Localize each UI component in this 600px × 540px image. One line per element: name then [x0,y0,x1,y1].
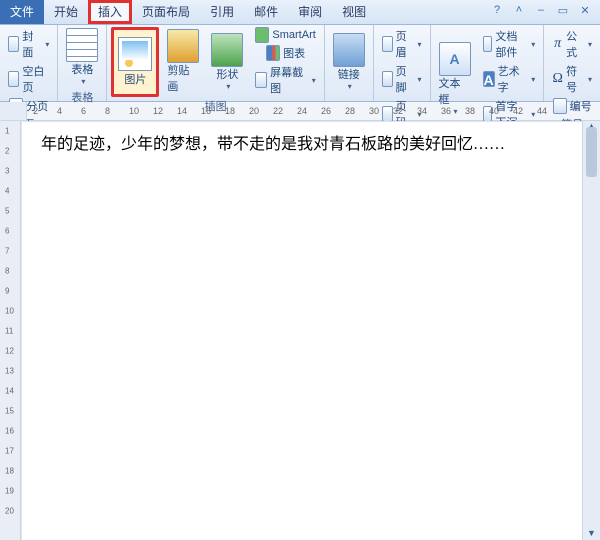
group-symbols: π公式▾ Ω符号▾ 编号 符号 [544,25,600,101]
smartart-button[interactable]: SmartArt [251,27,319,43]
ruler-tick: 8 [105,106,110,116]
help-icon[interactable]: ? [490,4,504,18]
ruler-tick: 16 [201,106,211,116]
window-controls: ? ˄ – ▭ ✕ [482,0,600,24]
group-header-footer: 页眉▾ 页脚▾ 页码▾ 页眉和页脚 [374,25,431,101]
tab-references[interactable]: 引用 [200,0,244,24]
ruler-tick: 30 [369,106,379,116]
ruler-tick: 14 [5,387,14,396]
group-illustrations: 图片 剪贴画 形状▾ SmartArt 图表 屏幕截图▾ 插图 [107,25,324,101]
document-page[interactable]: 年的足迹，少年的梦想，带不走的是我对青石板路的美好回忆…… [21,121,582,540]
ruler-tick: 1 [5,127,9,136]
ruler-tick: 6 [5,227,9,236]
table-button[interactable]: 表格▾ [62,27,102,88]
ruler-tick: 28 [345,106,355,116]
links-button[interactable]: 链接▾ [329,27,369,97]
ruler-tick: 9 [5,287,9,296]
tab-file[interactable]: 文件 [0,0,44,24]
ruler-tick: 7 [5,247,9,256]
ruler-tick: 12 [153,106,163,116]
ruler-tick: 40 [489,106,499,116]
tab-mailings[interactable]: 邮件 [244,0,288,24]
quick-parts-button[interactable]: 文档部件▾ [479,27,540,61]
vertical-ruler[interactable]: 1234567891011121314151617181920 [0,121,21,540]
ruler-tick: 20 [249,106,259,116]
group-text: A 文本框▾ 文档部件▾ A艺术字▾ 首字下沉▾ 文本 [431,25,545,101]
ruler-tick: 17 [5,447,14,456]
ruler-tick: 34 [417,106,427,116]
ruler-tick: 8 [5,267,9,276]
tab-review[interactable]: 审阅 [288,0,332,24]
tab-insert[interactable]: 插入 [88,0,132,24]
ruler-tick: 24 [297,106,307,116]
ruler-tick: 10 [5,307,14,316]
ruler-tick: 18 [225,106,235,116]
ruler-tick: 11 [5,327,13,336]
wordart-button[interactable]: A艺术字▾ [479,62,540,96]
vertical-scrollbar[interactable]: ▲ ▼ [582,121,600,540]
picture-button[interactable]: 图片 [111,27,159,97]
link-icon [333,34,365,66]
screenshot-button[interactable]: 屏幕截图▾ [251,63,319,97]
group-links: 链接▾ [325,25,374,101]
shapes-icon [211,34,243,66]
group-table: 表格▾ 表格 [58,25,107,101]
table-icon [66,29,98,61]
clipart-button[interactable]: 剪贴画 [163,27,203,97]
document-area: 1234567891011121314151617181920 年的足迹，少年的… [0,121,600,540]
ruler-tick: 2 [33,106,38,116]
ruler-tick: 4 [5,187,9,196]
group-label [329,97,369,99]
scroll-thumb[interactable] [586,127,597,177]
group-pages: 封面▾ 空白页 分页 页 [0,25,58,101]
tab-view[interactable]: 视图 [332,0,376,24]
ruler-tick: 44 [537,106,547,116]
app-window: 文件 开始 插入 页面布局 引用 邮件 审阅 视图 ? ˄ – ▭ ✕ 封面▾ … [0,0,600,540]
ruler-tick: 10 [129,106,139,116]
ruler-tick: 4 [57,106,62,116]
horizontal-ruler[interactable]: 2468101214161820222426283032343638404244 [27,102,600,120]
ruler-tick: 26 [321,106,331,116]
ribbon-tabs: 文件 开始 插入 页面布局 引用 邮件 审阅 视图 ? ˄ – ▭ ✕ [0,0,600,25]
ruler-tick: 2 [5,147,9,156]
clipart-icon [167,30,199,62]
ruler-tick: 5 [5,207,9,216]
textbox-icon: A [439,43,471,75]
ribbon-collapse-icon[interactable]: ˄ [512,4,526,18]
ruler-corner [0,102,27,120]
ruler-tick: 32 [393,106,403,116]
ruler-tick: 16 [5,427,14,436]
header-button[interactable]: 页眉▾ [378,27,426,61]
tab-home[interactable]: 开始 [44,0,88,24]
ruler-tick: 20 [5,507,14,516]
close-icon[interactable]: ✕ [578,4,592,18]
ruler-tick: 3 [5,167,9,176]
ruler-tick: 22 [273,106,283,116]
symbol-button[interactable]: Ω符号▾ [548,62,596,96]
ruler-tick: 19 [5,487,14,496]
ruler-tick: 36 [441,106,451,116]
ruler-tick: 18 [5,467,14,476]
scroll-down-arrow[interactable]: ▼ [583,528,600,540]
cover-page-button[interactable]: 封面▾ [4,27,53,61]
footer-button[interactable]: 页脚▾ [378,62,426,96]
picture-icon [118,37,152,71]
document-text: 年的足迹，少年的梦想，带不走的是我对青石板路的美好回忆…… [41,131,562,160]
ruler-tick: 13 [5,367,14,376]
shapes-button[interactable]: 形状▾ [207,27,247,97]
chart-button[interactable]: 图表 [251,44,319,62]
minimize-icon[interactable]: – [534,4,548,18]
blank-page-button[interactable]: 空白页 [4,62,53,96]
equation-button[interactable]: π公式▾ [548,27,596,61]
ruler-tick: 12 [5,347,14,356]
restore-icon[interactable]: ▭ [556,4,570,18]
ruler-tick: 14 [177,106,187,116]
ruler-tick: 42 [513,106,523,116]
ruler-row: 2468101214161820222426283032343638404244 [0,102,600,121]
ruler-tick: 38 [465,106,475,116]
ruler-tick: 6 [81,106,86,116]
tab-layout[interactable]: 页面布局 [132,0,200,24]
ribbon: 封面▾ 空白页 分页 页 表格▾ 表格 图片 [0,25,600,102]
ruler-tick: 15 [5,407,14,416]
